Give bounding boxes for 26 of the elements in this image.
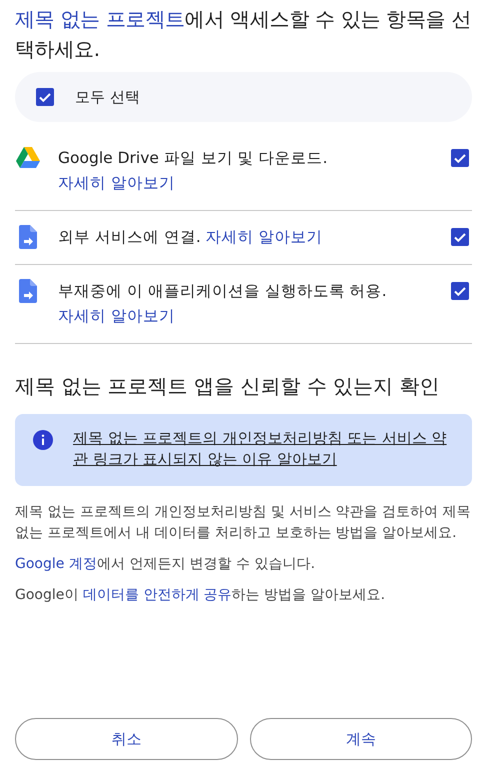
learn-more-link[interactable]: 자세히 알아보기	[58, 307, 175, 325]
permission-text: Google Drive 파일 보기 및 다운로드. 자세히 알아보기	[58, 148, 329, 194]
account-text: Google 계정에서 언제든지 변경할 수 있습니다.	[15, 555, 316, 574]
info-icon	[33, 430, 53, 450]
sharing-link[interactable]: 데이터를 안전하게 공유	[82, 587, 232, 603]
continue-button[interactable]: 계속	[250, 718, 472, 760]
sharing-text: Google이 데이터를 안전하게 공유하는 방법을 알아보세요.	[15, 586, 386, 605]
info-link[interactable]: 제목 없는 프로젝트의 개인정보처리방침 또는 서비스 약관 링크가 표시되지 않는 이유 알아보기	[73, 428, 452, 470]
learn-more-link[interactable]: 자세히 알아보기	[206, 228, 323, 246]
checkbox[interactable]	[451, 282, 469, 300]
cancel-button[interactable]: 취소	[15, 718, 238, 760]
section-title: 제목 없는 프로젝트 앱을 신뢰할 수 있는지 확인	[15, 373, 441, 400]
checkbox[interactable]	[36, 88, 54, 106]
learn-more-link[interactable]: 자세히 알아보기	[58, 174, 175, 192]
description-text: 제목 없는 프로젝트의 개인정보처리방침 및 서비스 약관을 검토하여 제목 없는 프로젝트에서 내 데이터를 처리하고 보호하는 방법을 알아보세요.	[15, 503, 472, 543]
select-all-row[interactable]: 모두 선택	[15, 72, 472, 122]
account-link[interactable]: Google 계정	[15, 556, 97, 572]
heading: 제목 없는 프로젝트에서 액세스할 수 있는 항목을 선택하세요.	[15, 6, 472, 63]
triangle-logo-icon	[16, 146, 40, 168]
checkbox[interactable]	[451, 228, 469, 246]
permission-text: 외부 서비스에 연결. 자세히 알아보기	[58, 227, 324, 248]
document-arrow-icon	[16, 279, 40, 303]
checkbox[interactable]	[451, 149, 469, 167]
permission-text: 부재중에 이 애플리케이션을 실행하도록 허용. 자세히 알아보기	[58, 281, 388, 327]
select-all-label: 모두 선택	[75, 88, 140, 106]
document-arrow-icon	[16, 225, 40, 249]
